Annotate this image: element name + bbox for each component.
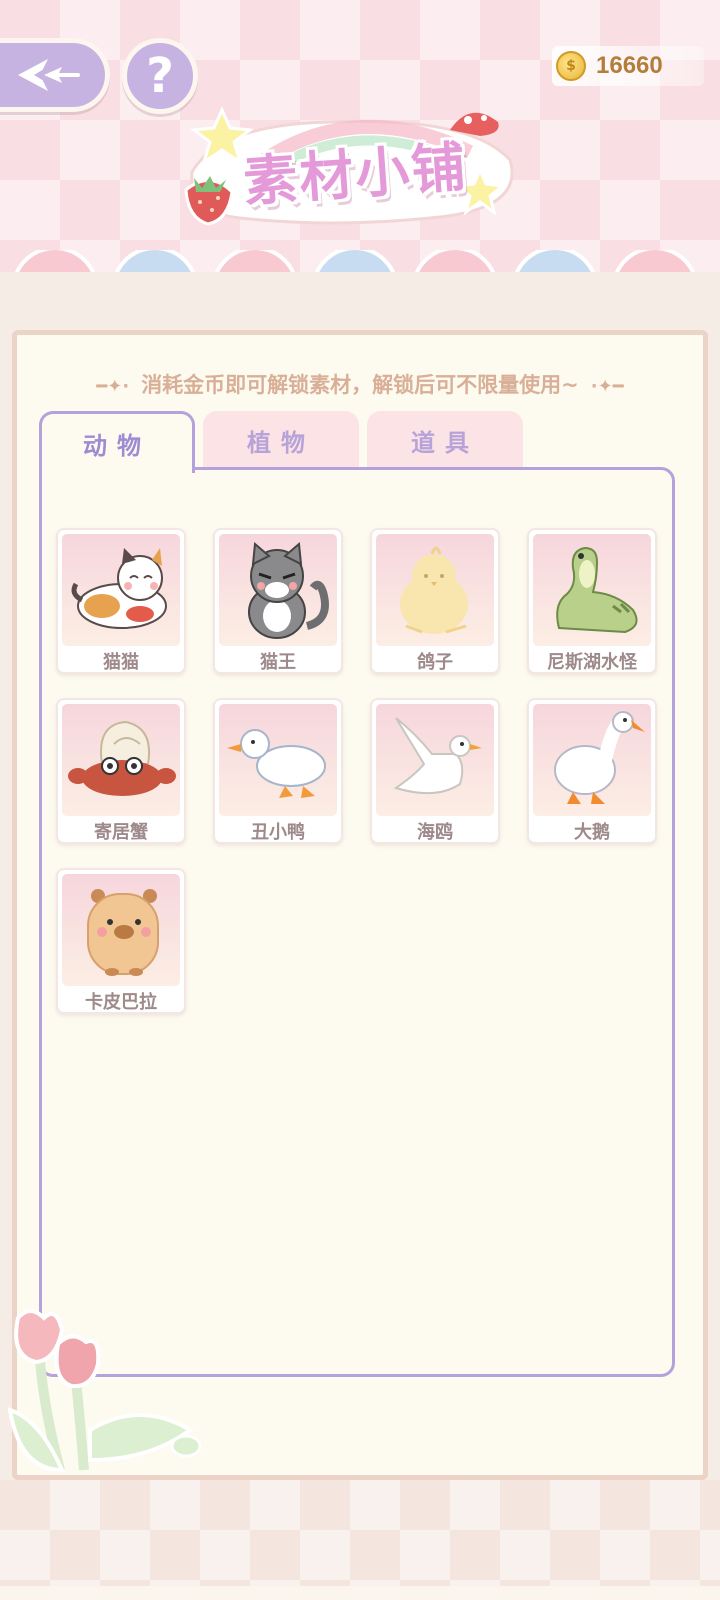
item-card[interactable]: 鸽子 (370, 528, 500, 674)
item-label: 大鹅 (574, 822, 610, 843)
item-card[interactable]: 寄居蟹 (56, 698, 186, 844)
item-label: 海鸥 (417, 822, 453, 843)
bottom-bar (0, 1586, 720, 1600)
item-card[interactable]: 尼斯湖水怪 (527, 528, 657, 674)
tab-props[interactable]: 道具 (367, 411, 523, 469)
scallop-border (0, 250, 720, 290)
tabby-cat-icon (219, 534, 337, 646)
hermit-crab-icon (62, 704, 180, 816)
panel-subtitle-row: ━✦· 消耗金币即可解锁素材，解锁后可不限量使用~ ·✦━ (17, 369, 703, 399)
nessie-icon (533, 534, 651, 646)
coin-icon: $ (556, 51, 586, 81)
seagull-icon (376, 704, 494, 816)
item-label: 寄居蟹 (94, 822, 148, 843)
chick-icon (376, 534, 494, 646)
item-card[interactable]: 猫猫 (56, 528, 186, 674)
item-label: 猫猫 (103, 652, 139, 673)
item-card[interactable]: 大鹅 (527, 698, 657, 844)
items-grid: 猫猫 猫王 鸽子 尼斯湖水怪 寄居蟹 丑小鸭 海鸥 大鹅 卡皮巴拉 (39, 467, 675, 1377)
item-label: 鸽子 (417, 652, 453, 673)
tab-plants[interactable]: 植物 (203, 411, 359, 469)
back-button[interactable] (0, 38, 110, 112)
item-label: 猫王 (260, 652, 296, 673)
goose-icon (533, 704, 651, 816)
item-card[interactable]: 猫王 (213, 528, 343, 674)
item-card[interactable]: 卡皮巴拉 (56, 868, 186, 1014)
item-card[interactable]: 丑小鸭 (213, 698, 343, 844)
capybara-icon (62, 874, 180, 986)
tab-animals[interactable]: 动物 (39, 411, 195, 473)
question-icon: ? (146, 48, 174, 104)
calico-cat-icon (62, 534, 180, 646)
coin-count: 16660 (596, 52, 663, 79)
category-tabs: 动物 植物 道具 (39, 411, 679, 473)
right-ornament-icon: ·✦━ (590, 376, 624, 397)
duckling-icon (219, 704, 337, 816)
item-label: 卡皮巴拉 (85, 992, 157, 1013)
coin-balance: $ 16660 (552, 46, 704, 86)
back-arrow-icon (17, 59, 80, 91)
footer-pattern (0, 1480, 720, 1600)
item-card[interactable]: 海鸥 (370, 698, 500, 844)
left-ornament-icon: ━✦· (96, 376, 130, 397)
tulip-decoration-icon (7, 1309, 202, 1473)
shop-title-banner: 素材小铺 (180, 100, 530, 240)
item-label: 丑小鸭 (251, 822, 305, 843)
item-label: 尼斯湖水怪 (547, 652, 637, 673)
header: ? $ 16660 素材小铺 (0, 0, 720, 290)
panel-subtitle: 消耗金币即可解锁素材，解锁后可不限量使用~ (141, 373, 579, 397)
